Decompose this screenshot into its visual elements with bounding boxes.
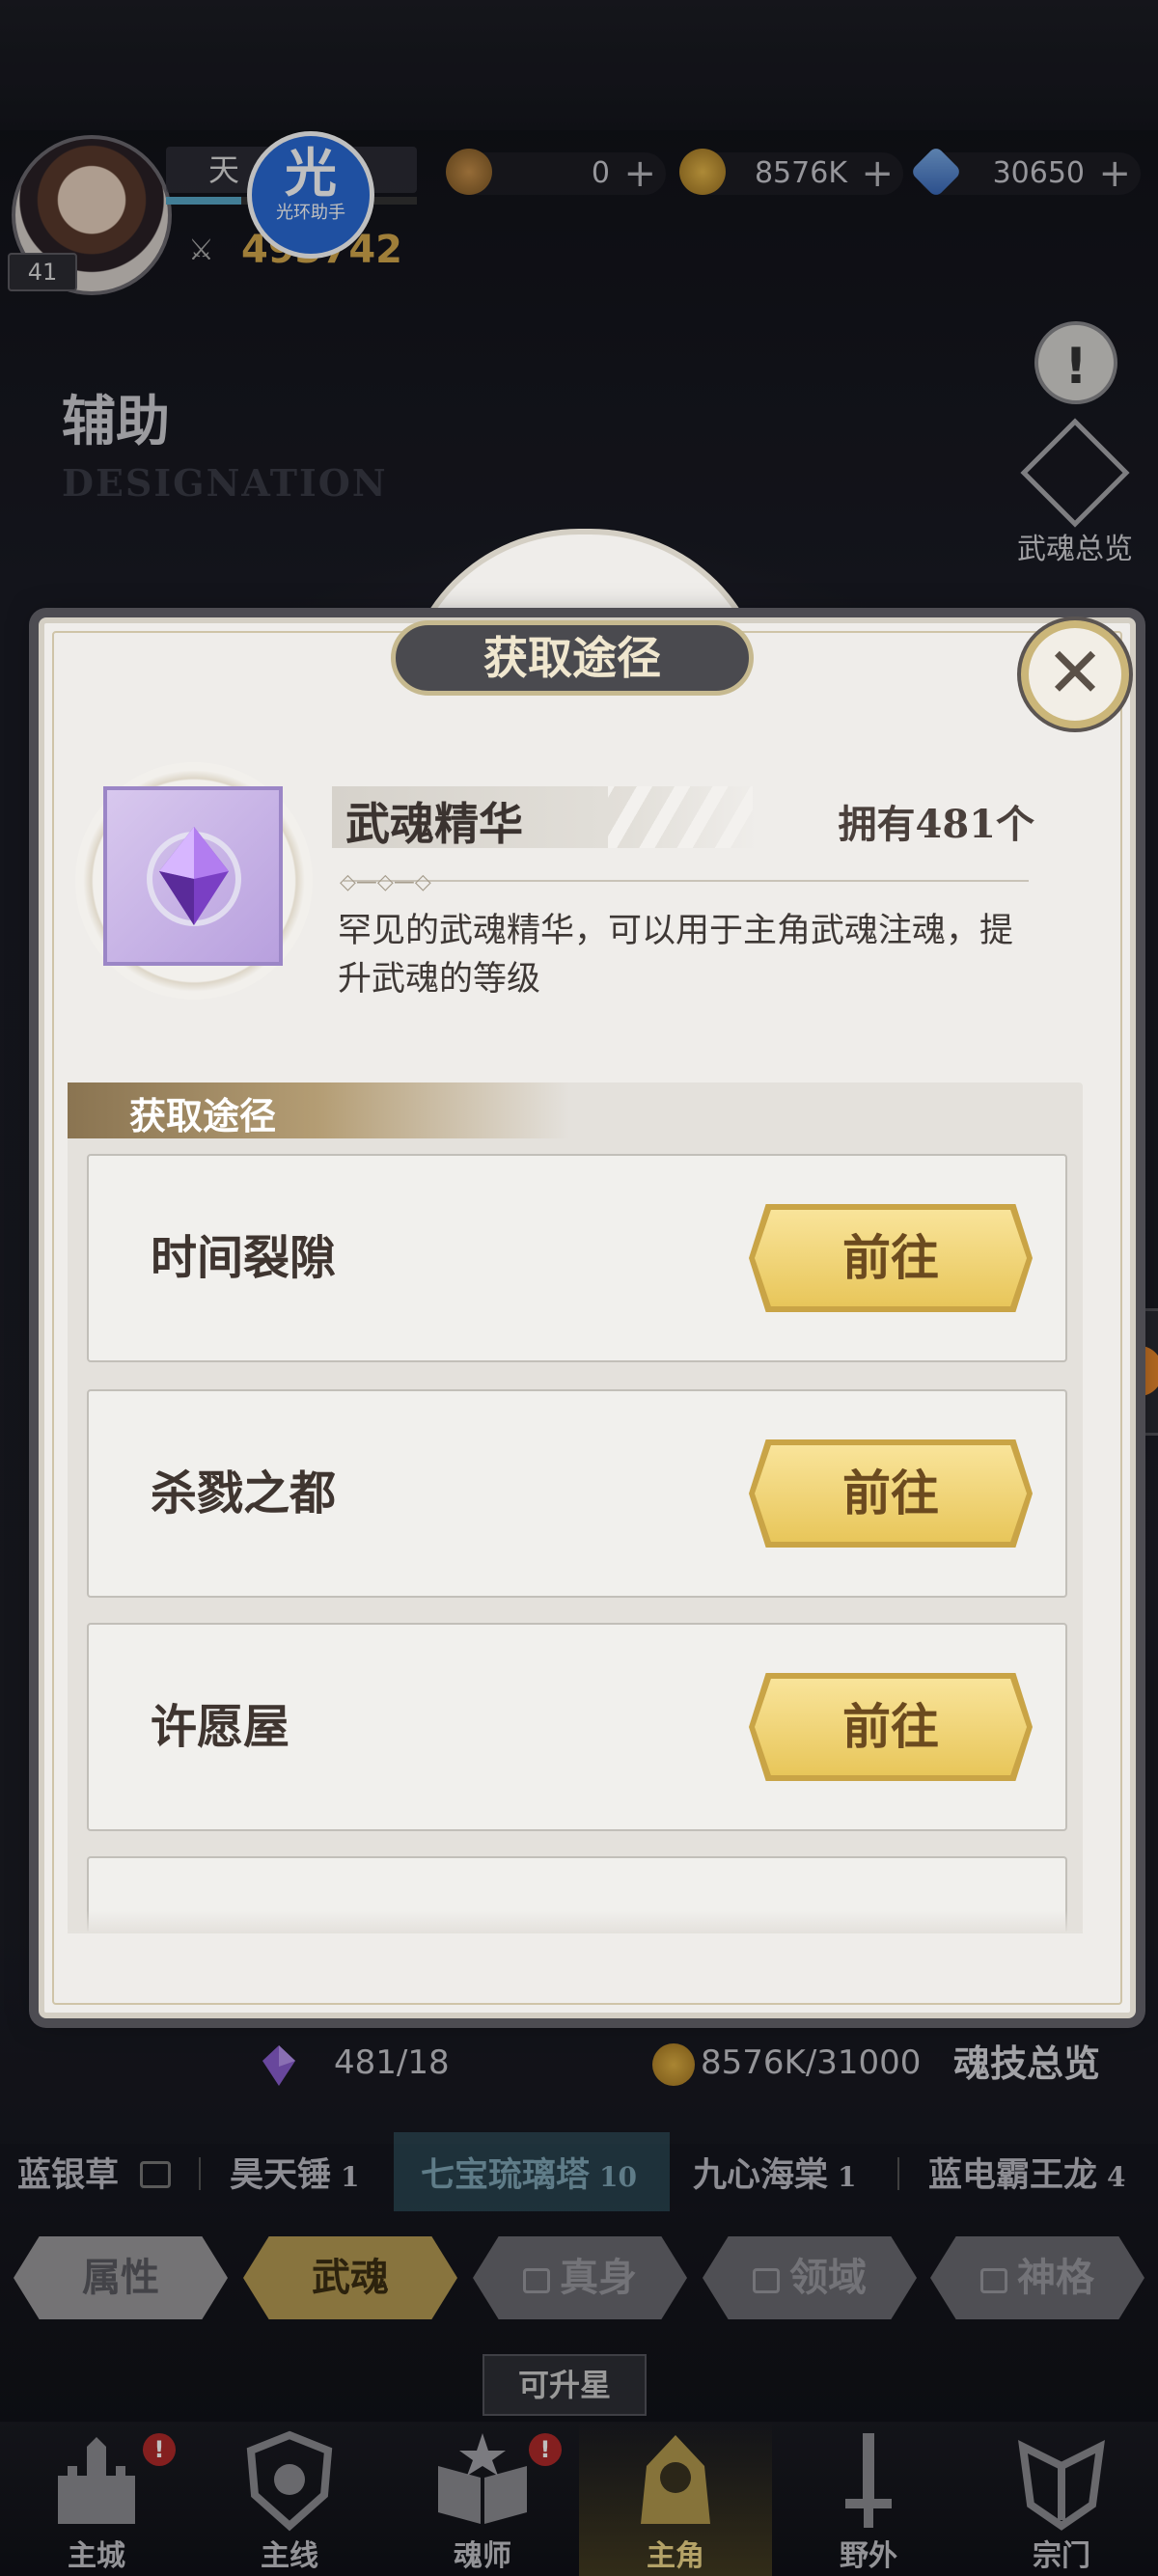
close-icon: ✕ bbox=[1045, 632, 1105, 713]
item-description: 罕见的武魂精华，可以用于主角武魂注魂，提升武魂的等级 bbox=[338, 912, 1014, 999]
sources-scroll-fade bbox=[68, 1910, 1083, 1933]
decorative-stripes bbox=[608, 786, 753, 848]
item-icon-box[interactable] bbox=[103, 786, 283, 966]
soul-essence-gem-icon bbox=[147, 827, 241, 926]
item-owned-count: 拥有481个 bbox=[838, 802, 1035, 847]
sources-title: 获取途径 bbox=[129, 1094, 277, 1137]
source-row: 许愿屋 前往 bbox=[87, 1623, 1067, 1831]
item-divider bbox=[344, 880, 1029, 882]
source-label: 杀戮之都 bbox=[151, 1466, 337, 1521]
source-label: 时间裂隙 bbox=[151, 1231, 337, 1285]
source-row: 杀戮之都 前往 bbox=[87, 1389, 1067, 1598]
go-button[interactable]: 前往 bbox=[755, 1679, 1027, 1775]
item-name: 武魂精华 bbox=[345, 798, 523, 850]
dialog-title: 获取途径 bbox=[391, 620, 754, 696]
source-row: 时间裂隙 前往 bbox=[87, 1154, 1067, 1362]
go-button[interactable]: 前往 bbox=[755, 1445, 1027, 1542]
source-label: 许愿屋 bbox=[151, 1700, 290, 1754]
close-button[interactable]: ✕ bbox=[1021, 620, 1129, 728]
go-button[interactable]: 前往 bbox=[755, 1210, 1027, 1306]
divider-ornament-icon: ◇—◇—◇ bbox=[340, 870, 431, 894]
